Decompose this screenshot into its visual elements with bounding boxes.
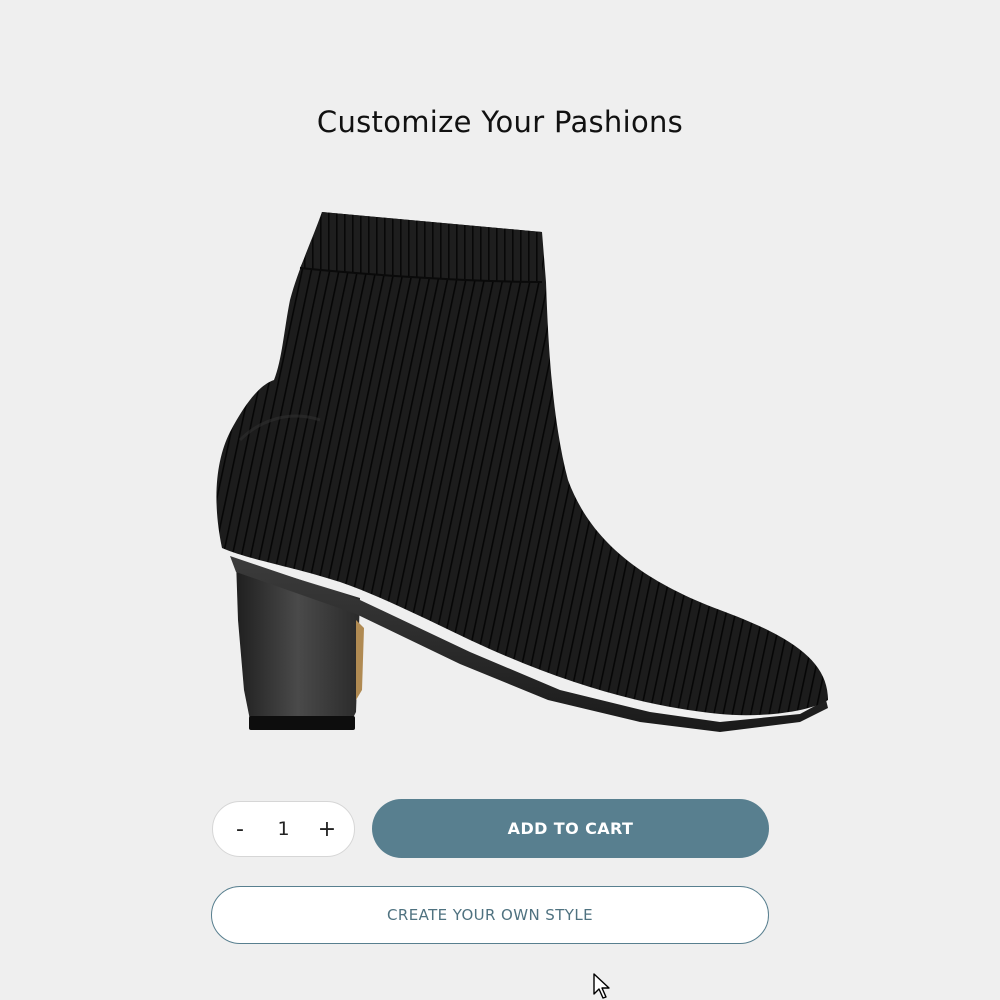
product-page: Customize Your Pashions - 1 + ADD TO CAR… [0, 0, 1000, 1000]
boot-heel-tip [249, 716, 355, 730]
quantity-decrement-button[interactable]: - [225, 809, 255, 849]
quantity-stepper[interactable]: - 1 + [212, 801, 355, 857]
create-your-own-style-button[interactable]: CREATE YOUR OWN STYLE [211, 886, 769, 944]
quantity-value[interactable]: 1 [264, 818, 304, 840]
quantity-increment-button[interactable]: + [312, 809, 342, 849]
boot-heel-edge [356, 620, 364, 700]
add-to-cart-button[interactable]: ADD TO CART [372, 799, 769, 858]
page-title: Customize Your Pashions [316, 105, 684, 139]
mouse-pointer-icon [593, 973, 610, 999]
product-image [216, 212, 829, 732]
